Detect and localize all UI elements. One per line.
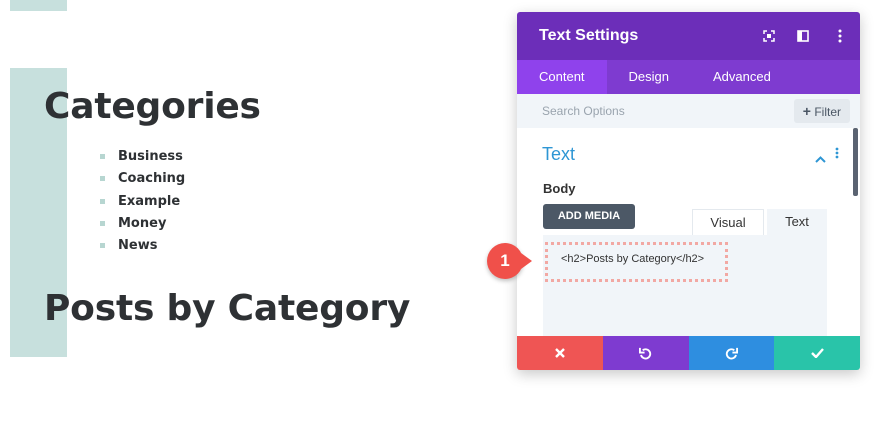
categories-list: Business Coaching Example Money News bbox=[100, 146, 185, 257]
redo-button[interactable] bbox=[688, 336, 775, 370]
modal-title: Text Settings bbox=[539, 27, 639, 44]
category-item[interactable]: News bbox=[100, 235, 185, 257]
editor-content[interactable]: <h2>Posts by Category</h2> bbox=[561, 253, 704, 265]
search-input[interactable]: Search Options bbox=[542, 94, 625, 128]
filter-label: Filter bbox=[814, 105, 841, 119]
category-item[interactable]: Money bbox=[100, 213, 185, 235]
accent-block-top bbox=[10, 0, 67, 11]
step-marker: 1 bbox=[487, 243, 532, 279]
add-media-button[interactable]: ADD MEDIA bbox=[543, 204, 635, 229]
tab-content[interactable]: Content bbox=[517, 60, 607, 94]
check-icon bbox=[810, 348, 824, 358]
chevron-up-icon[interactable] bbox=[815, 150, 826, 168]
scrollbar[interactable] bbox=[853, 128, 858, 196]
modal-tabs: Content Design Advanced bbox=[517, 60, 860, 94]
save-button[interactable] bbox=[774, 336, 860, 370]
section-title[interactable]: Text bbox=[542, 144, 575, 165]
modal-footer bbox=[517, 336, 860, 370]
section-options-icon[interactable] bbox=[835, 147, 839, 161]
modal-body: Text Body ADD MEDIA Visual Text <h2>Post… bbox=[517, 128, 860, 336]
editor-tab-text[interactable]: Text bbox=[767, 209, 827, 235]
category-item[interactable]: Coaching bbox=[100, 168, 185, 190]
filter-button[interactable]: + Filter bbox=[793, 99, 850, 123]
text-settings-modal: Text Settings Content Design Advanced Se… bbox=[517, 12, 860, 370]
modal-header: Text Settings bbox=[517, 12, 860, 60]
close-icon bbox=[555, 348, 565, 358]
more-options-icon[interactable] bbox=[820, 12, 860, 60]
category-item[interactable]: Business bbox=[100, 146, 185, 168]
search-bar: Search Options + Filter bbox=[517, 94, 860, 128]
body-label: Body bbox=[543, 181, 576, 196]
editor-tab-visual[interactable]: Visual bbox=[692, 209, 764, 236]
posts-heading: Posts by Category bbox=[44, 288, 411, 329]
undo-button[interactable] bbox=[602, 336, 689, 370]
fullscreen-icon[interactable] bbox=[752, 12, 786, 60]
categories-heading: Categories bbox=[44, 86, 261, 127]
tab-advanced[interactable]: Advanced bbox=[691, 60, 793, 94]
split-view-icon[interactable] bbox=[786, 12, 820, 60]
undo-icon bbox=[639, 347, 652, 359]
redo-icon bbox=[725, 347, 738, 359]
discard-button[interactable] bbox=[517, 336, 603, 370]
tab-design[interactable]: Design bbox=[607, 60, 691, 94]
category-item[interactable]: Example bbox=[100, 191, 185, 213]
plus-icon: + bbox=[802, 103, 811, 119]
